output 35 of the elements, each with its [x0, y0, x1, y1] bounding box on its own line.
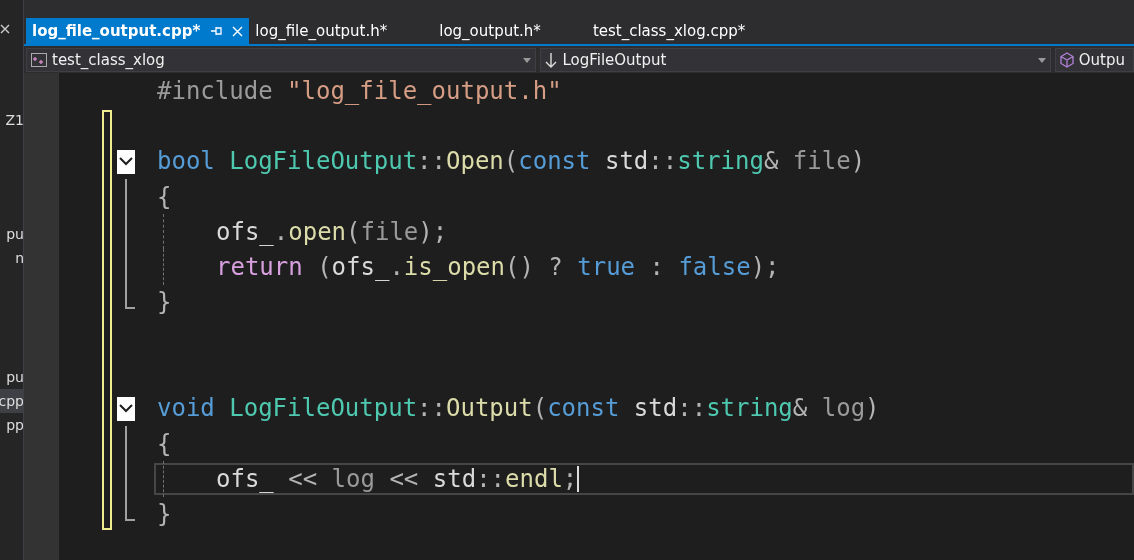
file-tab[interactable]: log_file_output.cpp* — [26, 18, 250, 44]
code-line: { — [157, 182, 172, 211]
text-cursor — [577, 465, 580, 492]
project-dropdown[interactable]: test_class_xlog — [26, 48, 537, 72]
project-icon — [31, 53, 47, 67]
member-dropdown[interactable]: Outpu — [1054, 48, 1134, 72]
file-item[interactable]: Z1 — [0, 108, 23, 132]
file-item[interactable]: n — [0, 246, 23, 270]
code-line: { — [157, 429, 172, 458]
file-tab[interactable]: log_file_output.h* — [249, 18, 394, 44]
caret-icon — [523, 57, 532, 63]
code-line: } — [157, 288, 172, 317]
code-line: #include "log_file_output.h" — [157, 76, 562, 105]
cube-icon — [1059, 52, 1074, 68]
collapse-icon[interactable] — [117, 396, 135, 421]
file-item[interactable]: pp — [0, 413, 23, 437]
scope-dropdown[interactable]: LogFileOutput — [540, 48, 1051, 72]
code-line: bool LogFileOutput::Open(const std::string& file) — [157, 147, 866, 176]
fold-end-line — [125, 496, 135, 521]
fold-end-line — [125, 284, 135, 309]
close-icon[interactable] — [0, 24, 10, 34]
arrow-down-icon — [545, 52, 558, 68]
code-line: ofs_ << log << std::endl; — [216, 464, 578, 493]
code-line: void LogFileOutput::Output(const std::string& log) — [157, 394, 880, 423]
file-tab[interactable]: log_output.h* — [433, 18, 547, 44]
collapse-icon[interactable] — [117, 149, 135, 174]
file-tab[interactable]: test_class_xlog.cpp* — [586, 18, 752, 44]
code-line: ofs_.open(file); — [216, 217, 448, 246]
code-line: } — [157, 500, 172, 529]
file-item[interactable]: pu — [0, 365, 23, 389]
file-item[interactable]: cpp — [0, 389, 23, 413]
code-line: return (ofs_.is_open() ? true : false); — [216, 253, 780, 282]
file-item[interactable]: pu — [0, 222, 23, 246]
caret-icon — [1037, 57, 1046, 63]
pin-icon[interactable] — [210, 26, 223, 36]
